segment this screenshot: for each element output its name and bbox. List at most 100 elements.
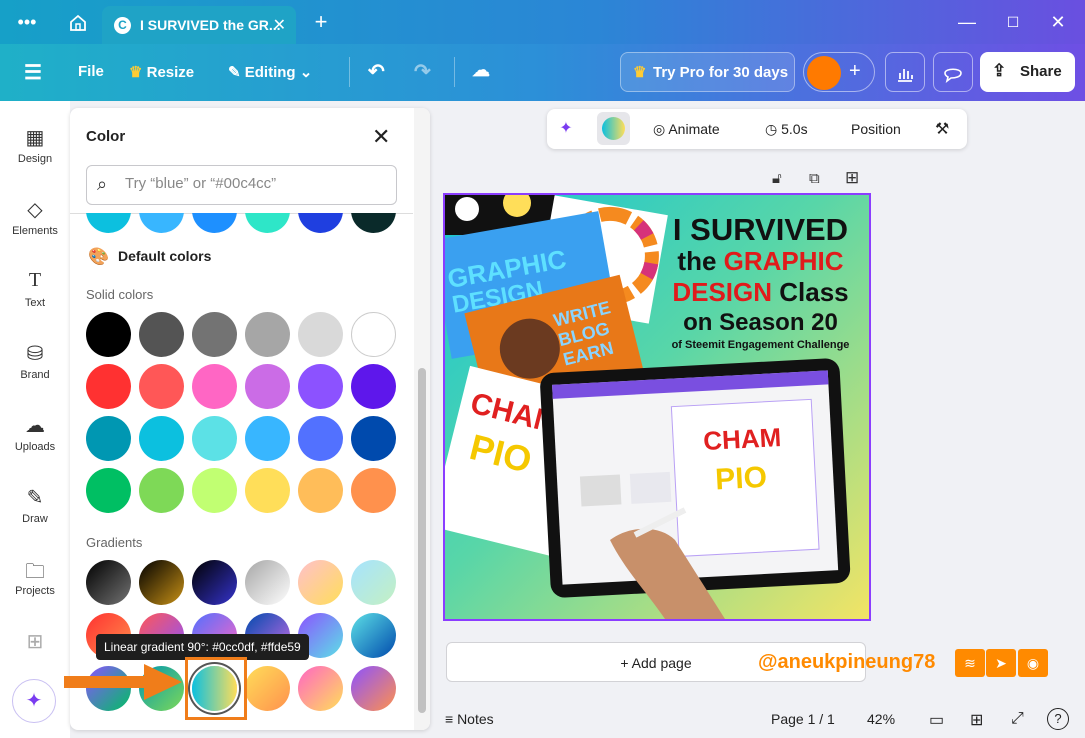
canva-logo-icon: C [114,17,131,34]
redo-icon[interactable]: ↷ [414,59,431,84]
collaborators[interactable]: + [803,52,875,92]
solid-color-swatch[interactable] [86,416,131,461]
svg-text:PIO: PIO [714,461,767,497]
close-tab-icon[interactable]: ✕ [273,15,286,35]
browser-tab[interactable]: C I SURVIVED the GR... ✕ [102,6,296,44]
rail-item-text[interactable]: T Text [0,269,70,309]
solid-color-swatch[interactable] [245,416,290,461]
close-window-icon[interactable]: ✕ [1046,0,1070,44]
solid-color-swatch[interactable] [245,364,290,409]
solid-color-swatch[interactable] [245,312,290,357]
comment-icon[interactable] [933,52,973,92]
rail-item-uploads[interactable]: ☁ Uploads [0,413,70,453]
design-page[interactable]: GRAPHIC DESIGN WRITE BLOG EARN CHAM PIO [443,193,871,621]
duplicate-page-icon[interactable]: ⧉ [809,170,820,187]
page-view-icon[interactable]: ▭ [929,710,944,730]
position-button[interactable]: Position [851,121,901,137]
rail-item-draw[interactable]: ✎ Draw [0,485,70,525]
solid-color-swatch[interactable] [245,468,290,513]
more-icon[interactable]: ••• [12,0,42,44]
add-page-icon[interactable]: ⊞ [845,168,859,188]
avatar[interactable] [807,56,841,90]
solid-color-swatch[interactable] [192,312,237,357]
gradient-swatch[interactable] [139,560,184,605]
solid-color-swatch[interactable] [298,416,343,461]
rail-item-projects[interactable]: 🗀 Projects [0,557,70,597]
solid-color-swatch[interactable] [351,312,396,357]
grid-view-icon[interactable]: ⊞ [970,710,983,730]
rail-item-brand[interactable]: ⛁ Brand [0,341,70,381]
cloud-saved-icon[interactable]: ☁ [472,60,490,81]
scrollbar-thumb[interactable] [418,368,426,713]
new-tab-icon[interactable]: + [308,0,334,44]
add-collaborator-icon[interactable]: + [849,60,861,83]
try-pro-button[interactable]: ♛ Try Pro for 30 days [620,52,795,92]
gradient-swatch[interactable] [351,560,396,605]
solid-color-swatch[interactable] [192,468,237,513]
apps-icon[interactable]: ⊞ [0,629,70,657]
paint-roller-icon[interactable]: ⚒ [935,119,949,139]
gradient-swatch[interactable] [298,666,343,711]
undo-icon[interactable]: ↶ [368,59,385,84]
duration-button[interactable]: ◷ 5.0s [765,121,808,138]
solid-color-swatch[interactable] [192,416,237,461]
steemit-icon: ≋ [955,649,985,677]
panel-scrollbar[interactable] [414,108,430,730]
menu-icon[interactable]: ☰ [24,60,42,85]
gradient-swatch[interactable] [245,666,290,711]
solid-color-swatch[interactable] [192,364,237,409]
rail-label: Text [24,297,46,309]
solid-color-swatch[interactable] [351,364,396,409]
solid-color-swatch[interactable] [139,416,184,461]
maximize-icon[interactable]: ☐ [1001,0,1025,44]
share-button[interactable]: ⇪ Share [980,52,1075,92]
home-icon[interactable] [64,0,92,44]
magic-edit-icon[interactable]: ✦ [553,116,579,142]
design-headline: I SURVIVED the GRAPHIC DESIGN Class on S… [658,213,863,353]
solid-color-swatch[interactable] [86,364,131,409]
solid-color-swatch[interactable] [298,468,343,513]
color-picker-button[interactable] [597,112,630,145]
solid-color-swatch[interactable] [298,364,343,409]
gradient-swatch[interactable] [298,560,343,605]
gradient-swatch[interactable] [351,613,396,658]
gradient-swatch[interactable] [245,560,290,605]
file-menu[interactable]: File [78,63,104,80]
color-search-input[interactable] [125,175,385,192]
resize-button[interactable]: ♛ Resize [129,63,194,81]
element-toolbar: ✦ ◎ Animate ◷ 5.0s Position ⚒ [547,109,967,149]
fullscreen-icon[interactable]: ⤢ [1011,710,1024,728]
animate-button[interactable]: ◎ Animate [653,121,720,138]
gradient-swatch[interactable] [351,666,396,711]
solid-color-swatch[interactable] [139,312,184,357]
folder-icon: 🗀 [25,561,45,583]
solid-color-swatch[interactable] [139,364,184,409]
rail-label: Draw [22,513,48,525]
rail-item-elements[interactable]: ◇ Elements [0,197,70,237]
solid-color-swatch[interactable] [86,312,131,357]
close-icon[interactable]: ✕ [372,124,390,150]
editing-mode-dropdown[interactable]: ✎ Editing ⌄ [228,63,312,81]
title-bar: ••• C I SURVIVED the GR... ✕ + — ☐ ✕ [0,0,1085,44]
solid-color-swatch[interactable] [351,468,396,513]
gradient-swatch[interactable] [192,560,237,605]
editing-label: Editing [244,64,296,81]
help-icon[interactable]: ? [1047,708,1069,730]
magic-sparkle-icon[interactable]: ✦ [12,679,56,723]
insights-chart-icon[interactable] [885,52,925,92]
solid-color-swatch[interactable] [298,312,343,357]
solid-color-swatch[interactable] [86,468,131,513]
rail-item-design[interactable]: ▦ Design [0,125,70,165]
solid-color-swatch[interactable] [139,468,184,513]
tab-title: I SURVIVED the GR... [140,17,281,33]
lock-icon[interactable]: 🔓︎ [772,170,782,187]
notes-button[interactable]: ≡ Notes [445,711,494,727]
minimize-icon[interactable]: — [955,0,979,44]
color-search[interactable]: ⌕ [86,165,397,205]
gradient-swatch[interactable] [86,560,131,605]
headline-line-1: I SURVIVED [672,212,849,247]
crown-icon: ♛ [129,64,143,81]
solid-color-swatch[interactable] [351,416,396,461]
page-indicator[interactable]: Page 1 / 1 [771,711,835,727]
zoom-level[interactable]: 42% [867,711,895,727]
